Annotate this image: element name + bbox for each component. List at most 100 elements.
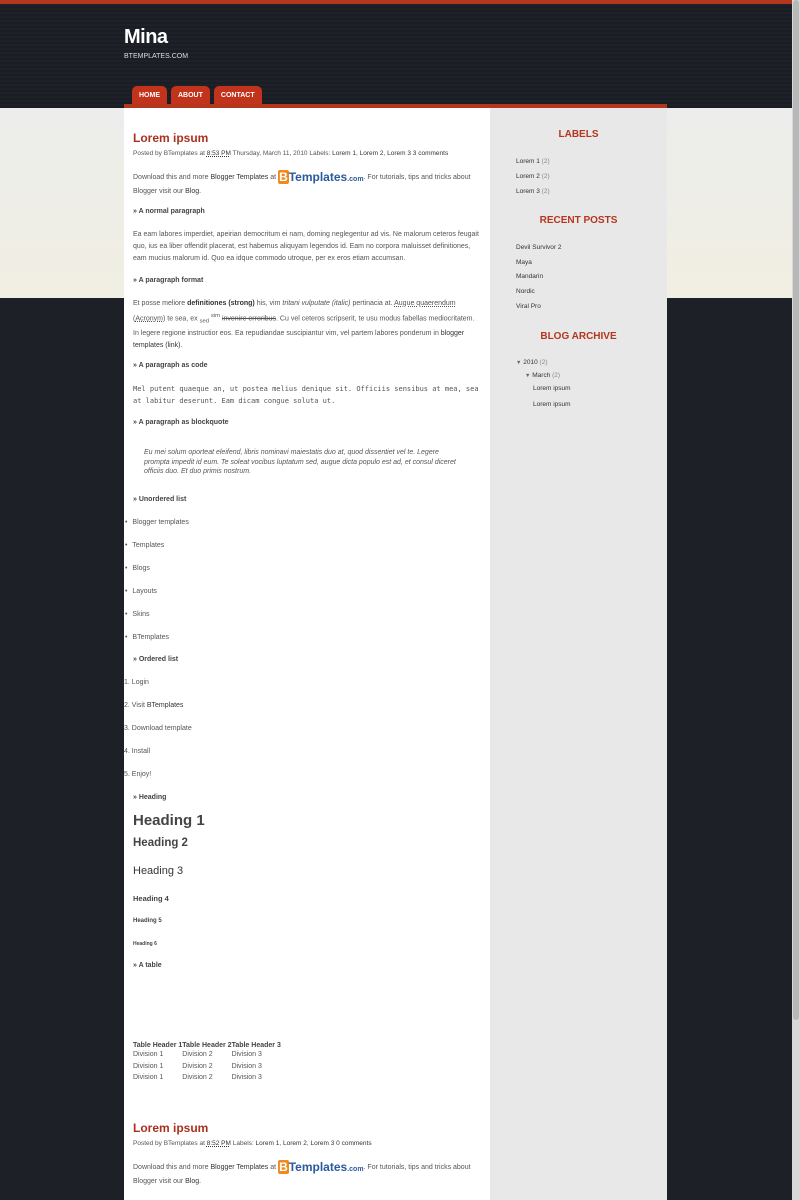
section-heading: » Heading bbox=[133, 794, 167, 801]
post-meta: Posted by BTemplates at 8:52 PM Labels: … bbox=[133, 1140, 372, 1147]
acronym: Augue quaerendum bbox=[394, 300, 456, 307]
list-item-text: Enjoy! bbox=[131, 771, 152, 778]
archive-month-link[interactable]: March bbox=[532, 372, 550, 379]
labels-prefix: Labels: bbox=[232, 1140, 254, 1147]
label-count: (2) bbox=[541, 188, 550, 195]
blog-title[interactable]: Mina bbox=[124, 26, 168, 49]
recent-post-link[interactable]: Maya bbox=[516, 259, 532, 266]
table-row: Division 1 Division 2 Division 3 bbox=[133, 1061, 281, 1073]
scrollbar[interactable] bbox=[792, 0, 800, 1200]
text: . bbox=[199, 1178, 202, 1185]
scrollbar-thumb[interactable] bbox=[793, 0, 799, 1020]
label-link[interactable]: Lorem 3 bbox=[387, 150, 411, 157]
table-cell: Division 3 bbox=[231, 1062, 262, 1070]
text: . bbox=[199, 188, 202, 195]
text: . bbox=[180, 341, 183, 349]
btemplates-link[interactable]: BTemplates bbox=[147, 702, 184, 709]
list-item-text: Blogger templates bbox=[132, 519, 189, 526]
btemplates-logo[interactable]: BTemplates.com bbox=[278, 1160, 364, 1176]
list-item-text: BTemplates bbox=[132, 634, 169, 641]
heading-5: Heading 5 bbox=[133, 918, 162, 924]
blogger-templates-link[interactable]: Blogger Templates bbox=[210, 1164, 268, 1171]
list-item: 3. Download template bbox=[124, 725, 192, 732]
label-link[interactable]: Lorem 3 bbox=[311, 1140, 335, 1147]
blog-link[interactable]: Blog bbox=[185, 1178, 199, 1185]
archive-count: (2) bbox=[539, 359, 548, 366]
list-item-text: Templates bbox=[132, 542, 165, 549]
italic-text: tritani vulputate (italic) bbox=[282, 300, 351, 307]
nav-about[interactable]: ABOUT bbox=[171, 86, 210, 104]
table-header-row: Table Header 1 Table Header 2 Table Header… bbox=[133, 1042, 281, 1049]
nav-contact[interactable]: CONTACT bbox=[213, 86, 262, 104]
post-title[interactable]: Lorem ipsum bbox=[133, 131, 481, 145]
post-intro: Download this and more Blogger Templates… bbox=[133, 1160, 481, 1188]
list-item: • BTemplates bbox=[125, 634, 169, 641]
section-heading: » A paragraph as blockquote bbox=[133, 419, 229, 426]
strong-text: definitiones (strong) bbox=[187, 300, 255, 307]
archive-post-link[interactable]: Lorem ipsum bbox=[533, 401, 571, 408]
table: Table Header 1 Table Header 2 Table Header… bbox=[133, 1042, 481, 1084]
text: pertinacia at. bbox=[352, 300, 393, 307]
table-cell: Division 1 bbox=[133, 1051, 164, 1059]
btemplates-logo[interactable]: BTemplates.com bbox=[278, 170, 364, 186]
label-item[interactable]: Lorem 2 (2) bbox=[516, 173, 550, 180]
table-cell: Division 3 bbox=[231, 1074, 262, 1082]
label-name[interactable]: Lorem 1 bbox=[516, 158, 540, 165]
text: Et posse meliore bbox=[133, 300, 186, 307]
text: his, vim bbox=[256, 300, 281, 307]
blogger-templates-link[interactable]: Blogger Templates bbox=[210, 174, 268, 181]
archive-post-link[interactable]: Lorem ipsum bbox=[533, 385, 571, 392]
post-time[interactable]: 8:52 PM bbox=[207, 1140, 231, 1147]
section-heading: » A paragraph as code bbox=[133, 362, 208, 369]
post-date: Thursday, March 11, 2010 bbox=[232, 150, 308, 157]
collapse-triangle-icon[interactable]: ▼ bbox=[525, 373, 530, 379]
archive-year-link[interactable]: 2010 bbox=[523, 359, 537, 366]
labels-widget-title: LABELS bbox=[558, 129, 599, 140]
blog-link[interactable]: Blog bbox=[185, 188, 199, 195]
blog-archive-title: BLOG ARCHIVE bbox=[540, 331, 617, 342]
post-title[interactable]: Lorem ipsum bbox=[133, 1121, 481, 1135]
nav-home[interactable]: HOME bbox=[132, 86, 167, 104]
section-heading: » A table bbox=[133, 962, 162, 969]
label-count: (2) bbox=[541, 173, 550, 180]
archive-month[interactable]: ▼ March (2) bbox=[525, 372, 560, 379]
label-link[interactable]: Lorem 1 bbox=[332, 150, 356, 157]
list-item: • Skins bbox=[125, 611, 150, 618]
nav-tabs: HOME ABOUT CONTACT bbox=[132, 86, 262, 104]
list-item: 1. Login bbox=[124, 679, 149, 686]
code-paragraph: Mel putent quaeque an, ut postea melius … bbox=[133, 385, 479, 405]
normal-paragraph: Ea eam labores imperdiet, apeirian democ… bbox=[133, 231, 479, 262]
label-name[interactable]: Lorem 2 bbox=[516, 173, 540, 180]
recent-post-link[interactable]: Mandarin bbox=[516, 273, 543, 280]
post-meta: Posted by BTemplates at 8:53 PM Thursday… bbox=[133, 150, 449, 157]
label-name[interactable]: Lorem 3 bbox=[516, 188, 540, 195]
label-count: (2) bbox=[541, 158, 550, 165]
blog-description: BTEMPLATES.COM bbox=[124, 53, 189, 60]
label-item[interactable]: Lorem 3 (2) bbox=[516, 188, 550, 195]
table-cell: Division 1 bbox=[133, 1074, 164, 1082]
sidebar: LABELS Lorem 1 (2) Lorem 2 (2) Lorem 3 (… bbox=[490, 108, 667, 1200]
recent-post-link[interactable]: Nordic bbox=[516, 288, 535, 295]
label-link[interactable]: Lorem 2 bbox=[360, 150, 384, 157]
strikethrough-text: invenire erroribus bbox=[221, 315, 277, 323]
recent-post-link[interactable]: Devil Survivor 2 bbox=[516, 244, 562, 251]
collapse-triangle-icon[interactable]: ▼ bbox=[516, 360, 521, 366]
comments-link[interactable]: 0 comments bbox=[336, 1140, 371, 1147]
label-link[interactable]: Lorem 1 bbox=[256, 1140, 280, 1147]
section-heading: » A paragraph format bbox=[133, 277, 204, 284]
posted-by: Posted by BTemplates at bbox=[133, 1140, 205, 1147]
list-item-text: Visit bbox=[131, 702, 145, 709]
archive-year[interactable]: ▼ 2010 (2) bbox=[516, 359, 548, 366]
comments-link[interactable]: 3 comments bbox=[413, 150, 448, 157]
text: Download this and more bbox=[133, 1164, 209, 1171]
list-item: • Blogger templates bbox=[125, 519, 189, 526]
label-link[interactable]: Lorem 2 bbox=[283, 1140, 307, 1147]
recent-post-link[interactable]: Viral Pro bbox=[516, 303, 541, 310]
section-heading: » A normal paragraph bbox=[133, 208, 205, 215]
heading-4: Heading 4 bbox=[133, 894, 169, 903]
list-item: • Blogs bbox=[125, 565, 150, 572]
table-header: Table Header 3 bbox=[231, 1042, 281, 1049]
post-time[interactable]: 8:53 PM bbox=[207, 150, 231, 157]
recent-posts-title: RECENT POSTS bbox=[539, 215, 618, 226]
label-item[interactable]: Lorem 1 (2) bbox=[516, 158, 550, 165]
